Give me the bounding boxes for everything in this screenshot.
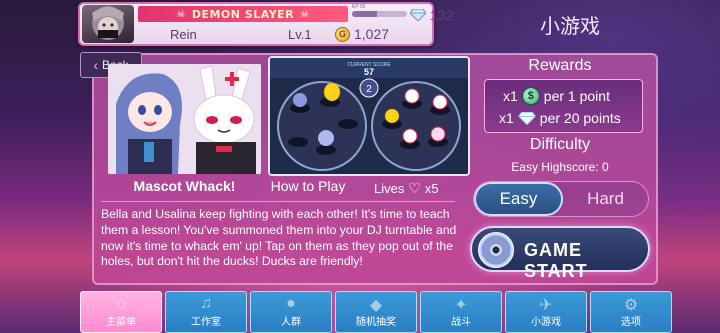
reward-line-gem: x1 per 20 points [499,110,621,126]
battle-icon: ✦ [454,297,468,314]
options-icon: ⚙ [623,297,639,314]
gem-count: 132 [430,7,454,23]
gold-count: 1,027 [354,26,390,42]
difficulty-hard-button[interactable]: Hard [563,182,648,216]
mascot-artwork [108,64,261,174]
nav-label: 小游戏 [531,317,561,328]
reward-rate: per 20 points [539,110,621,126]
difficulty-easy-button[interactable]: Easy [474,182,563,216]
lives-label: Lives [374,181,405,196]
reward-multiplier: x1 [503,88,518,104]
diamond-icon [410,9,426,21]
gold-counter: G 1,027 [335,26,389,42]
how-to-play-link[interactable]: How to Play [270,178,346,194]
avatar [82,5,134,43]
highscore-label: Easy Highscore: 0 [511,160,609,174]
nav-label: 随机抽奖 [356,317,396,328]
nav-label: 选项 [621,317,641,328]
reward-rate: per 1 point [543,88,610,104]
player-level: Lv.1 [288,27,312,42]
nav-label: 主菜单 [106,317,136,328]
diamond-icon [517,111,536,125]
profile-card[interactable]: ☠ DEMON SLAYER ☠ EP 55 132 Rein Lv.1 G 1… [78,2,453,46]
studio-icon: ♫ [200,295,212,312]
reward-multiplier: x1 [499,110,514,126]
heart-icon: ♡ [408,180,421,196]
gacha-icon: ◆ [369,297,383,314]
skull-icon: ☠ [176,8,186,20]
game-description: Bella and Usalina keep fighting with eac… [101,207,457,269]
skull-icon: ☠ [300,8,310,20]
nav-item-battle[interactable]: ✦ 战斗 [420,291,502,333]
title-banner: ☠ DEMON SLAYER ☠ [138,6,348,22]
xp-label: EP 55 [352,4,366,10]
lives-indicator: Lives ♡ x5 [374,180,439,197]
player-title: DEMON SLAYER [191,7,295,21]
nav-item-minigame[interactable]: ✈ 小游戏 [505,291,587,333]
nav-label: 战斗 [451,317,471,328]
nav-item-crowd[interactable]: ● 人群 [250,291,332,333]
difficulty-title: Difficulty [529,136,591,153]
preview-multiplier: 2 [366,84,372,95]
game-start-label: GAME START [524,240,588,281]
reward-line-token: x1 $ per 1 point [503,87,610,105]
minigame-icon: ✈ [539,297,553,314]
difficulty-toggle: Easy Hard [473,181,649,217]
home-icon: ⌂ [116,295,126,312]
game-title: Mascot Whack! [133,178,236,194]
chevron-left-icon: ‹ [93,57,98,73]
xp-fill [352,11,377,17]
lives-count: x5 [424,181,439,196]
username: Rein [170,27,197,42]
bottom-nav: ⌂ 主菜单 ♫ 工作室 ● 人群 ◆ 随机抽奖 ✦ 战斗 ✈ 小游戏 ⚙ 选项 [80,291,672,333]
nav-item-studio[interactable]: ♫ 工作室 [165,291,247,333]
dollar-token-icon: $ [521,87,540,105]
xp-bar [352,11,407,17]
nav-item-options[interactable]: ⚙ 选项 [590,291,672,333]
page-title: 小游戏 [540,14,600,38]
rewards-box: x1 $ per 1 point x1 per 20 points [484,79,643,133]
preview-score: 57 [364,67,374,77]
nav-item-gacha[interactable]: ◆ 随机抽奖 [335,291,417,333]
nav-label: 人群 [281,317,301,328]
vinyl-disc-icon [478,232,514,268]
game-start-button[interactable]: GAME START [470,226,650,281]
game-preview[interactable]: CURRENT SCORE 57 2 [268,56,470,176]
nav-item-main-menu[interactable]: ⌂ 主菜单 [80,291,162,333]
nav-label: 工作室 [191,317,221,328]
rewards-title: Rewards [528,57,592,74]
divider [101,201,455,202]
crowd-icon: ● [286,295,296,312]
gold-coin-icon: G [335,26,350,42]
gem-counter: 132 [410,7,453,23]
